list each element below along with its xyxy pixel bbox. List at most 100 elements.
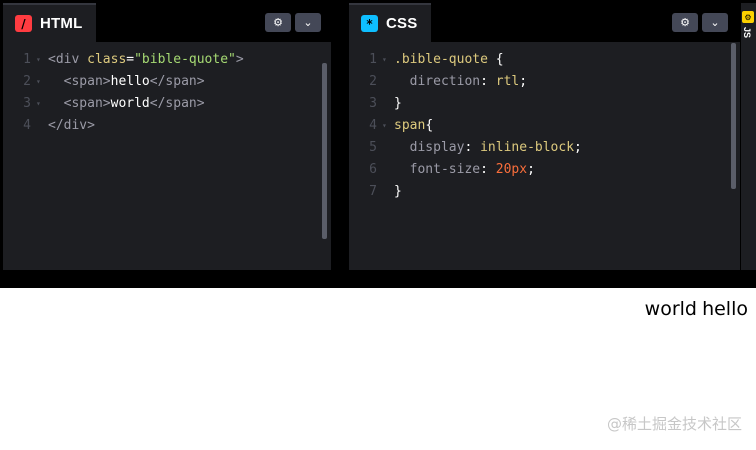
code-text: display: inline-block; bbox=[394, 137, 582, 159]
css-pane-buttons: ⚙ ⌄ bbox=[672, 13, 728, 32]
line-number: 4 bbox=[369, 118, 377, 133]
css-editor-pane: * CSS ⚙ ⌄ 1 ▾ .bible-quote {2 direction: r… bbox=[349, 3, 740, 270]
code-token: world bbox=[110, 96, 150, 111]
code-line: 4 </div> bbox=[3, 115, 331, 137]
code-token: rtl bbox=[495, 74, 520, 89]
code-token: } bbox=[394, 184, 402, 199]
code-line: 3} bbox=[349, 93, 740, 115]
code-text: <span>world</span> bbox=[48, 93, 205, 115]
code-line: 2 direction: rtl; bbox=[349, 71, 740, 93]
code-token: 20px bbox=[495, 162, 528, 177]
js-icon: ⚙ bbox=[742, 11, 754, 23]
html-editor-pane: / HTML ⚙ ⌄ 1 ▾ <div class="bible-quote"> 2 ▾… bbox=[3, 3, 331, 270]
js-tab-label: JS bbox=[742, 27, 752, 39]
code-token: <span> bbox=[48, 74, 111, 89]
code-line: 7} bbox=[349, 181, 740, 203]
code-token: hello bbox=[110, 74, 150, 89]
code-text: .bible-quote { bbox=[394, 49, 504, 71]
line-number: 2 bbox=[369, 74, 377, 89]
code-token: : bbox=[464, 140, 481, 155]
code-line: 2 ▾ <span>hello</span> bbox=[3, 71, 331, 93]
code-token: </div> bbox=[48, 118, 95, 133]
css-pane-header: * CSS ⚙ ⌄ bbox=[349, 3, 740, 42]
code-token: : bbox=[480, 162, 496, 177]
code-line: 1 ▾ <div class="bible-quote"> bbox=[3, 49, 331, 71]
code-text: direction: rtl; bbox=[394, 71, 527, 93]
fold-arrow-icon[interactable]: ▾ bbox=[382, 49, 387, 71]
code-token: { bbox=[425, 118, 434, 133]
code-token: > bbox=[235, 52, 244, 67]
css-tab[interactable]: * CSS bbox=[349, 3, 432, 42]
line-number: 1 bbox=[23, 52, 31, 67]
html-tab[interactable]: / HTML bbox=[3, 3, 97, 42]
code-token: inline-block bbox=[480, 140, 575, 155]
gear-icon: ⚙ bbox=[680, 16, 690, 29]
chevron-down-icon: ⌄ bbox=[303, 16, 313, 29]
code-token: = bbox=[126, 52, 135, 67]
html-pane-header: / HTML ⚙ ⌄ bbox=[3, 3, 331, 42]
code-token: display bbox=[394, 140, 465, 155]
code-token: <div bbox=[48, 52, 88, 67]
html-code-editor[interactable]: 1 ▾ <div class="bible-quote"> 2 ▾ <span>hell… bbox=[3, 49, 331, 270]
line-number: 4 bbox=[23, 118, 31, 133]
html-pane-buttons: ⚙ ⌄ bbox=[265, 13, 321, 32]
fold-arrow-icon[interactable]: ▾ bbox=[36, 71, 41, 93]
fold-arrow-icon[interactable]: ▾ bbox=[36, 49, 41, 71]
code-token: ; bbox=[574, 140, 582, 155]
css-scrollbar[interactable] bbox=[731, 43, 736, 189]
fold-arrow-icon[interactable]: ▾ bbox=[36, 93, 41, 115]
code-editor-area: / HTML ⚙ ⌄ 1 ▾ <div class="bible-quote"> 2 ▾… bbox=[0, 0, 756, 288]
preview-span-hello: hello bbox=[702, 298, 748, 320]
code-token: direction bbox=[394, 74, 481, 89]
code-text: } bbox=[394, 181, 402, 203]
css-code-editor[interactable]: 1 ▾ .bible-quote {2 direction: rtl; 3} 4 ▾ spa… bbox=[349, 49, 740, 270]
code-text: } bbox=[394, 93, 402, 115]
code-token: class bbox=[87, 52, 127, 67]
line-number: 7 bbox=[369, 184, 377, 199]
chevron-down-icon: ⌄ bbox=[710, 16, 720, 29]
html-scrollbar[interactable] bbox=[322, 63, 327, 239]
css-settings-button[interactable]: ⚙ bbox=[672, 13, 698, 32]
html-icon: / bbox=[15, 15, 32, 32]
code-line: 4 ▾ span{ bbox=[349, 115, 740, 137]
html-settings-button[interactable]: ⚙ bbox=[265, 13, 291, 32]
code-token: "bible-quote" bbox=[134, 52, 236, 67]
line-number: 5 bbox=[369, 140, 377, 155]
code-line: 1 ▾ .bible-quote { bbox=[349, 49, 740, 71]
css-tab-label: CSS bbox=[386, 15, 418, 32]
css-collapse-button[interactable]: ⌄ bbox=[702, 13, 728, 32]
line-number: 3 bbox=[23, 96, 31, 111]
code-text: <div class="bible-quote"> bbox=[48, 49, 244, 71]
js-pane-collapsed[interactable]: ⚙ JS bbox=[741, 3, 756, 270]
line-number: 1 bbox=[369, 52, 377, 67]
code-text: font-size: 20px; bbox=[394, 159, 535, 181]
line-number: 2 bbox=[23, 74, 31, 89]
preview-span-world: world bbox=[644, 298, 697, 320]
code-token: </span> bbox=[149, 96, 205, 111]
code-token: ; bbox=[527, 162, 535, 177]
code-line: 5 display: inline-block; bbox=[349, 137, 740, 159]
line-number: 3 bbox=[369, 96, 377, 111]
code-token: .bible-quote bbox=[394, 52, 496, 67]
code-token: : bbox=[480, 74, 496, 89]
code-text: <span>hello</span> bbox=[48, 71, 205, 93]
css-icon: * bbox=[361, 15, 378, 32]
result-preview: hello world @稀土掘金技术社区 bbox=[0, 288, 756, 450]
code-text: </div> bbox=[48, 115, 95, 137]
code-line: 6 font-size: 20px; bbox=[349, 159, 740, 181]
code-text: span{ bbox=[394, 115, 433, 137]
bible-quote-output: hello world bbox=[645, 298, 748, 320]
html-tab-label: HTML bbox=[40, 15, 83, 32]
code-token: } bbox=[394, 96, 402, 111]
line-number: 6 bbox=[369, 162, 377, 177]
code-token: </span> bbox=[149, 74, 205, 89]
code-token: { bbox=[495, 52, 504, 67]
code-token: span bbox=[394, 118, 426, 133]
code-token: <span> bbox=[48, 96, 111, 111]
fold-arrow-icon[interactable]: ▾ bbox=[382, 115, 387, 137]
code-line: 3 ▾ <span>world</span> bbox=[3, 93, 331, 115]
html-collapse-button[interactable]: ⌄ bbox=[295, 13, 321, 32]
code-token: font-size bbox=[394, 162, 481, 177]
gear-icon: ⚙ bbox=[273, 16, 283, 29]
code-token: ; bbox=[519, 74, 528, 89]
